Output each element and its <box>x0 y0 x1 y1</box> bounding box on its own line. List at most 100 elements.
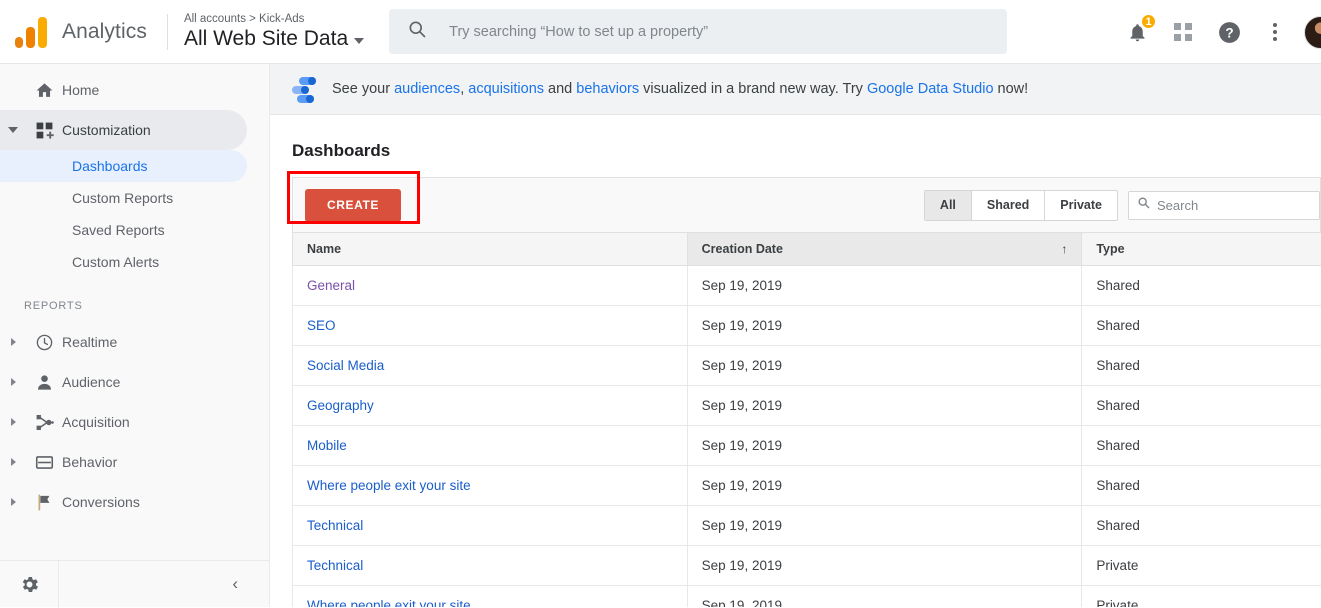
gear-icon <box>19 574 40 595</box>
data-studio-banner: See your audiences, acquisitions and beh… <box>270 64 1321 115</box>
table-search-input[interactable]: Search <box>1128 191 1320 220</box>
cell-date: Sep 19, 2019 <box>687 586 1082 608</box>
table-row: Geography Sep 19, 2019 Shared <box>293 386 1321 426</box>
sidebar-item-label-acquisition: Acquisition <box>62 414 130 430</box>
sidebar-item-custom-alerts[interactable]: Custom Alerts <box>0 246 247 278</box>
banner-link-behaviors[interactable]: behaviors <box>576 81 639 97</box>
column-header-creation-date[interactable]: Creation Date ↑ <box>687 233 1082 266</box>
banner-prefix: See your <box>332 81 394 97</box>
cell-name: Geography <box>293 386 688 426</box>
admin-settings-button[interactable] <box>0 574 58 595</box>
sidebar-item-customization[interactable]: Customization <box>0 110 247 150</box>
dashboard-link[interactable]: SEO <box>307 318 336 333</box>
banner-middle: visualized in a brand new way. Try <box>639 81 867 97</box>
dashboard-link[interactable]: Geography <box>307 398 374 413</box>
sidebar-item-label-audience: Audience <box>62 374 120 390</box>
chevron-right-icon <box>0 338 26 346</box>
table-search-placeholder: Search <box>1157 198 1198 213</box>
filter-tab-shared[interactable]: Shared <box>972 191 1045 220</box>
notification-badge: 1 <box>1140 13 1157 30</box>
create-button[interactable]: CREATE <box>305 189 401 222</box>
sidebar-item-realtime[interactable]: Realtime <box>0 322 247 362</box>
sidebar-item-conversions[interactable]: Conversions <box>0 482 247 522</box>
cell-date: Sep 19, 2019 <box>687 346 1082 386</box>
sidebar-subitem-label-saved-reports: Saved Reports <box>72 222 165 238</box>
column-label-creation-date: Creation Date <box>702 242 783 256</box>
table-body: General Sep 19, 2019 Shared SEO Sep 19, … <box>293 266 1321 608</box>
user-avatar[interactable] <box>1304 16 1321 49</box>
help-button[interactable]: ? <box>1206 0 1252 64</box>
table-row: Technical Sep 19, 2019 Shared <box>293 506 1321 546</box>
sidebar-item-custom-reports[interactable]: Custom Reports <box>0 182 247 214</box>
search-input[interactable]: Try searching “How to set up a property” <box>389 9 1007 54</box>
cell-date: Sep 19, 2019 <box>687 266 1082 306</box>
banner-link-acquisitions[interactable]: acquisitions <box>468 81 544 97</box>
filter-tab-all[interactable]: All <box>925 191 972 220</box>
filter-tab-private[interactable]: Private <box>1045 191 1117 220</box>
cell-name: Where people exit your site <box>293 466 688 506</box>
more-options-button[interactable] <box>1252 0 1298 64</box>
sidebar-item-dashboards[interactable]: Dashboards <box>0 150 247 182</box>
cell-name: Technical <box>293 506 688 546</box>
search-placeholder: Try searching “How to set up a property” <box>449 24 708 40</box>
sidebar-item-acquisition[interactable]: Acquisition <box>0 402 247 442</box>
dashboard-link[interactable]: Mobile <box>307 438 347 453</box>
column-header-name[interactable]: Name <box>293 233 688 266</box>
dashboard-link[interactable]: General <box>307 278 355 293</box>
column-label-name: Name <box>307 242 341 256</box>
cell-type: Shared <box>1082 346 1321 386</box>
dashboard-link[interactable]: Technical <box>307 558 363 573</box>
main-content: See your audiences, acquisitions and beh… <box>270 64 1321 607</box>
banner-link-data-studio[interactable]: Google Data Studio <box>867 81 994 97</box>
footer-divider <box>58 561 59 608</box>
cell-date: Sep 19, 2019 <box>687 386 1082 426</box>
cell-type: Shared <box>1082 466 1321 506</box>
header-divider <box>167 14 168 50</box>
cell-date: Sep 19, 2019 <box>687 546 1082 586</box>
dashboard-link[interactable]: Technical <box>307 518 363 533</box>
cell-name: Where people exit your site <box>293 586 688 608</box>
data-studio-icon <box>292 76 318 102</box>
column-header-type[interactable]: Type <box>1082 233 1321 266</box>
sidebar-item-saved-reports[interactable]: Saved Reports <box>0 214 247 246</box>
dashboard-link[interactable]: Where people exit your site <box>307 598 471 607</box>
more-vertical-icon <box>1273 23 1277 41</box>
sidebar-subitem-label-dashboards: Dashboards <box>72 158 148 174</box>
home-icon <box>26 81 62 100</box>
cell-date: Sep 19, 2019 <box>687 466 1082 506</box>
help-circle-icon: ? <box>1217 20 1242 45</box>
dashboards-panel: CREATE All Shared Private Search <box>292 177 1321 607</box>
dashboards-toolbar: CREATE All Shared Private Search <box>292 177 1321 232</box>
sidebar-item-label-home: Home <box>62 82 99 98</box>
cell-date: Sep 19, 2019 <box>687 426 1082 466</box>
top-bar: Analytics All accounts > Kick-Ads All We… <box>0 0 1321 64</box>
cell-name: General <box>293 266 688 306</box>
chevron-down-icon <box>0 127 26 133</box>
sidebar-nav: Home Customization Dashboards Custom Rep… <box>0 64 269 522</box>
sidebar-item-home[interactable]: Home <box>0 70 247 110</box>
account-selector[interactable]: All accounts > Kick-Ads All Web Site Dat… <box>184 13 364 51</box>
collapse-sidebar-button[interactable]: ‹ <box>232 574 238 594</box>
banner-sep-2: and <box>544 81 576 97</box>
chevron-right-icon <box>0 418 26 426</box>
cell-date: Sep 19, 2019 <box>687 506 1082 546</box>
table-header-row: Name Creation Date ↑ Type <box>293 233 1321 266</box>
banner-link-audiences[interactable]: audiences <box>394 81 460 97</box>
chevron-right-icon <box>0 458 26 466</box>
table-row: SEO Sep 19, 2019 Shared <box>293 306 1321 346</box>
dashboard-link[interactable]: Social Media <box>307 358 384 373</box>
analytics-logo-wrap <box>0 16 58 48</box>
cell-name: Technical <box>293 546 688 586</box>
table-row: Where people exit your site Sep 19, 2019… <box>293 586 1321 608</box>
view-name: All Web Site Data <box>184 27 348 50</box>
chevron-right-icon <box>0 498 26 506</box>
notifications-button[interactable]: 1 <box>1114 0 1160 64</box>
sidebar-item-label-conversions: Conversions <box>62 494 140 510</box>
apps-button[interactable] <box>1160 0 1206 64</box>
sidebar: Home Customization Dashboards Custom Rep… <box>0 64 270 607</box>
cell-type: Shared <box>1082 506 1321 546</box>
flag-icon <box>26 493 62 512</box>
sidebar-item-audience[interactable]: Audience <box>0 362 247 402</box>
dashboard-link[interactable]: Where people exit your site <box>307 478 471 493</box>
sidebar-item-behavior[interactable]: Behavior <box>0 442 247 482</box>
